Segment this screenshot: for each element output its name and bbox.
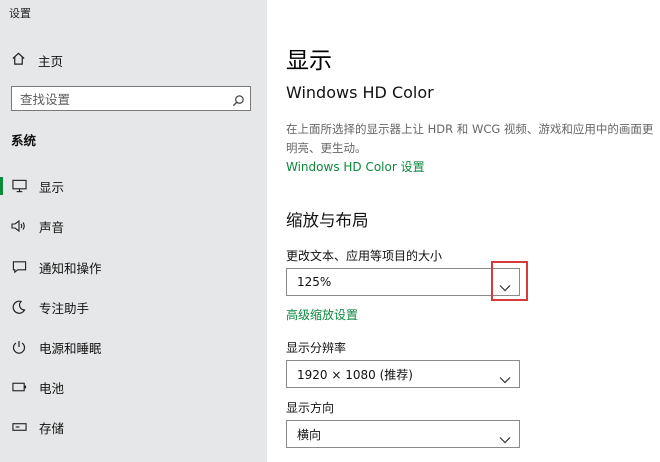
sidebar-item-storage[interactable]: 存储 (0, 408, 267, 446)
notification-icon (11, 259, 27, 275)
scale-value: 125% (297, 275, 332, 289)
speaker-icon (11, 218, 27, 234)
search-box[interactable]: 查找设置 (11, 86, 251, 111)
chevron-down-icon[interactable] (499, 369, 511, 388)
chevron-down-icon[interactable] (499, 429, 511, 448)
sidebar-item-battery[interactable]: 电池 (0, 368, 267, 406)
battery-icon (11, 379, 27, 395)
sidebar-item-label: 电源和睡眠 (39, 340, 102, 356)
storage-icon (11, 419, 27, 435)
home-nav[interactable]: 主页 (11, 50, 63, 70)
section-title: 系统 (11, 133, 37, 148)
sidebar-item-label: 显示 (39, 179, 65, 195)
monitor-icon (11, 178, 27, 194)
hd-color-description: 在上面所选择的显示器上让 HDR 和 WCG 视频、游戏和应用中的画面更明亮、更… (286, 122, 654, 155)
sidebar-item-sound[interactable]: 声音 (0, 207, 267, 245)
sidebar-item-display[interactable]: 显示 (0, 167, 267, 205)
orientation-label: 显示方向 (286, 401, 335, 415)
home-icon (11, 51, 26, 70)
resolution-label: 显示分辨率 (286, 341, 347, 355)
sidebar-item-focus-assist[interactable]: 专注助手 (0, 288, 267, 326)
sidebar-item-label: 声音 (39, 219, 65, 235)
hd-color-settings-link[interactable]: Windows HD Color 设置 (286, 158, 425, 175)
advanced-scaling-link[interactable]: 高级缩放设置 (286, 306, 358, 323)
sidebar-item-power-sleep[interactable]: 电源和睡眠 (0, 328, 267, 366)
window-title: 设置 (9, 7, 31, 20)
sidebar-item-label: 通知和操作 (39, 260, 102, 276)
sidebar-item-label: 电池 (39, 380, 65, 396)
power-icon (11, 339, 27, 355)
scale-dropdown[interactable]: 125% (286, 268, 520, 296)
hd-color-title: Windows HD Color (286, 83, 434, 102)
home-label: 主页 (38, 53, 64, 69)
resolution-dropdown[interactable]: 1920 × 1080 (推荐) (286, 360, 520, 388)
sidebar-item-notifications[interactable]: 通知和操作 (0, 248, 267, 286)
sidebar-item-label: 存储 (39, 420, 65, 436)
sidebar: 设置 主页 查找设置 系统 显示 声音 通知和操作 专注助手 电源和睡眠 电池 … (0, 0, 267, 462)
main-panel: 显示 Windows HD Color 在上面所选择的显示器上让 HDR 和 W… (267, 0, 660, 462)
scale-layout-heading: 缩放与布局 (286, 211, 369, 230)
search-input[interactable]: 查找设置 (20, 89, 70, 108)
highlight-box (491, 261, 528, 301)
orientation-value: 横向 (297, 427, 322, 442)
page-title: 显示 (286, 48, 332, 74)
scale-label: 更改文本、应用等项目的大小 (286, 249, 443, 263)
sidebar-item-label: 专注助手 (39, 300, 90, 316)
moon-icon (11, 299, 27, 315)
orientation-dropdown[interactable]: 横向 (286, 420, 520, 448)
search-icon[interactable] (232, 92, 245, 111)
resolution-value: 1920 × 1080 (推荐) (297, 367, 413, 382)
